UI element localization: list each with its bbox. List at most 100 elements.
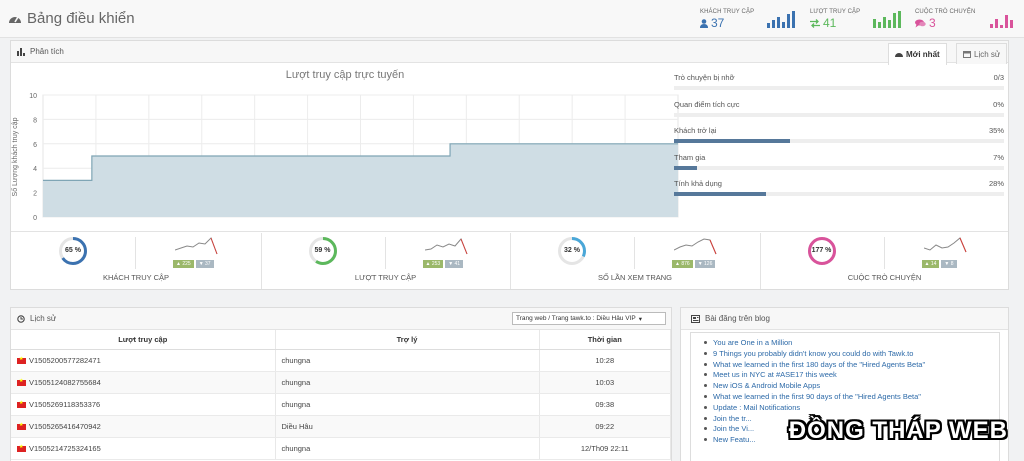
bar-chart-icon — [17, 47, 25, 56]
blog-post-link[interactable]: Update : Mail Notifications — [704, 403, 993, 414]
kpi-card: 177 % ▲ 14 ▼ 8 CUỘC TRÒ CHUYỆN — [760, 233, 1010, 289]
table-row[interactable]: V1505265416470942 Diều Hâu09:22 — [11, 415, 671, 438]
agent-cell: chungna — [275, 349, 540, 372]
tab-latest[interactable]: Mới nhất — [888, 43, 947, 65]
chats-sparkbars — [990, 11, 1013, 28]
history-panel: Lịch sử Lượt truy cập Trợ lý Thời gian V… — [10, 307, 672, 461]
calendar-icon — [963, 51, 971, 58]
table-row[interactable]: V1505200577282471 chungna10:28 — [11, 349, 671, 372]
kpi-card: 59 % ▲ 253 ▼ 41 LƯỢT TRUY CẬP — [261, 233, 511, 289]
blog-post-link[interactable]: 9 Things you probably didn't know you co… — [704, 349, 993, 360]
column-header-time[interactable]: Thời gian — [539, 330, 671, 350]
blog-post-link[interactable]: You are One in a Million — [704, 338, 993, 349]
kpi-badge-down: ▼ 37 — [195, 260, 214, 268]
progress-label: Trò chuyện bị nhỡ — [674, 73, 735, 82]
y-tick-label: 6 — [33, 142, 37, 149]
kpi-sparkline — [674, 238, 717, 255]
table-row[interactable]: V1505214725324165 chungna12/Th09 22:11 — [11, 437, 671, 460]
exchange-icon — [810, 18, 820, 28]
user-icon — [700, 18, 708, 28]
kpi-badge-down: ▼ 41 — [445, 260, 464, 268]
kpi-label: SỐ LẦN XEM TRANG — [597, 273, 673, 282]
dashboard-icon — [9, 16, 21, 23]
agent-cell: Diều Hâu — [275, 415, 540, 438]
blog-post-link[interactable]: What we learned in the first 180 days of… — [704, 360, 993, 371]
kpi-badges: ▲ 225 ▼ 37 — [173, 260, 214, 268]
stat-value: 41 — [823, 16, 837, 30]
vietnam-flag-icon — [17, 356, 26, 364]
site-filter-select[interactable]: Trang web / Trang tawk.to : Diều Hâu VIP… — [512, 312, 666, 325]
kpi-separator — [135, 237, 136, 269]
kpi-sparkline — [175, 237, 218, 255]
agent-cell: chungna — [275, 437, 540, 460]
progress-track — [674, 192, 1004, 196]
stat-label: CUỘC TRÒ CHUYỆN — [915, 9, 976, 15]
visits-sparkbars — [873, 11, 901, 28]
visitor-cell[interactable]: V1505265416470942 — [11, 415, 276, 438]
caret-down-icon: ▾ — [638, 315, 642, 323]
kpi-label: KHÁCH TRUY CẬP — [103, 273, 169, 282]
history-table: Lượt truy cập Trợ lý Thời gian V15052005… — [11, 330, 671, 460]
progress-value: 35% — [988, 126, 1004, 135]
tab-label: Lịch sử — [974, 49, 1001, 59]
history-icon — [17, 314, 25, 323]
newspaper-icon — [691, 314, 700, 323]
site-filter-value: Trang web / Trang tawk.to : Diều Hâu VIP — [516, 315, 636, 322]
visitor-cell[interactable]: V1505214725324165 — [11, 437, 276, 460]
blog-post-link[interactable]: Meet us in NYC at #ASE17 this week — [704, 370, 993, 381]
kpi-separator — [384, 237, 386, 269]
progress-row: Trò chuyện bị nhỡ 0/3 — [674, 73, 1004, 90]
vietnam-flag-icon — [17, 378, 26, 386]
top-header: Bảng điều khiển KHÁCH TRUY CẬP 37 LƯỢT T… — [0, 0, 1024, 38]
kpi-separator — [634, 237, 635, 269]
visitor-id: V1505214725324165 — [29, 443, 101, 453]
y-tick-label: 4 — [33, 166, 37, 173]
visitor-id: V1505200577282471 — [29, 355, 101, 365]
table-row[interactable]: V1505269118353376 chungna09:38 — [11, 393, 671, 416]
progress-track — [674, 165, 1004, 170]
kpi-badge-up: ▲ 876 — [672, 260, 693, 268]
progress-fill — [674, 139, 790, 143]
kpi-divider — [510, 233, 511, 289]
blog-title: Bài đăng trên blog — [705, 314, 770, 323]
table-row[interactable]: V1505124082755684 chungna10:03 — [11, 371, 671, 394]
kpi-percent: 32 % — [564, 247, 580, 254]
visitors-sparkbars — [767, 11, 795, 28]
progress-track — [674, 112, 1004, 117]
progress-row: Tham gia 7% — [674, 153, 1004, 170]
visitor-cell[interactable]: V1505124082755684 — [11, 371, 276, 394]
column-header-visitor[interactable]: Lượt truy cập — [11, 330, 276, 350]
progress-value: 28% — [988, 179, 1004, 188]
visitor-cell[interactable]: V1505269118353376 — [11, 393, 276, 416]
agent-cell: chungna — [275, 371, 540, 394]
history-title: Lịch sử — [30, 314, 57, 323]
agent-cell: chungna — [275, 393, 540, 416]
tab-history[interactable]: Lịch sử — [956, 43, 1008, 64]
progress-value: 0% — [993, 99, 1004, 109]
analysis-title: Phân tích — [30, 47, 64, 56]
kpi-badge-up: ▲ 225 — [173, 260, 194, 268]
visits-area-chart: 10 8 6 4 2 0 — [29, 93, 679, 222]
vietnam-flag-icon — [17, 400, 26, 408]
y-tick-label: 2 — [33, 191, 37, 198]
visitor-id: V1505265416470942 — [29, 421, 101, 431]
analysis-panel: Phân tích Mới nhất Lịch sử Lượt truy cập… — [10, 40, 1009, 290]
kpi-percent: 177 % — [811, 247, 832, 254]
chart-title: Lượt truy cập trực tuyến — [285, 69, 405, 81]
progress-row: Tính khả dụng 28% — [674, 179, 1004, 196]
column-header-agent[interactable]: Trợ lý — [275, 330, 540, 350]
time-cell: 09:38 — [539, 393, 671, 416]
progress-label: Quan điểm tích cực — [674, 99, 740, 109]
tab-label: Mới nhất — [906, 50, 940, 59]
progress-track — [674, 139, 1004, 143]
progress-value: 0/3 — [993, 73, 1004, 82]
progress-fill — [674, 192, 767, 196]
kpi-badge-up: ▲ 14 — [921, 260, 940, 268]
blog-panel-header: Bài đăng trên blog — [681, 308, 1008, 330]
progress-label: Tham gia — [674, 152, 706, 162]
page-title-text: Bảng điều khiển — [27, 10, 135, 27]
blog-post-link[interactable]: New iOS & Android Mobile Apps — [704, 381, 993, 392]
kpi-badge-down: ▼ 8 — [941, 260, 957, 268]
visitor-cell[interactable]: V1505200577282471 — [11, 349, 276, 372]
blog-post-link[interactable]: What we learned in the first 90 days of … — [704, 392, 993, 403]
